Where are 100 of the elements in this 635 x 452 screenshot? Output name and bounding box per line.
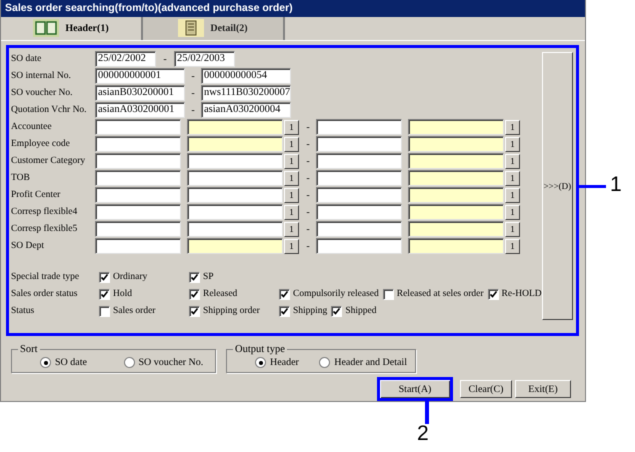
checkbox-option[interactable]: Re-HOLD bbox=[488, 288, 542, 300]
range-separator: - bbox=[305, 156, 311, 167]
input-field[interactable]: nws111B030200007 bbox=[201, 85, 291, 102]
checkbox[interactable] bbox=[99, 288, 110, 300]
input-field[interactable]: asianB030200001 bbox=[95, 85, 185, 102]
lookup-button[interactable]: 1 bbox=[505, 136, 520, 152]
input-field[interactable] bbox=[316, 204, 402, 220]
input-field[interactable] bbox=[95, 153, 181, 170]
input-field[interactable] bbox=[95, 204, 181, 220]
radio-option[interactable]: Header and Detail bbox=[319, 357, 407, 368]
lookup-button[interactable]: 1 bbox=[505, 238, 520, 254]
checkbox-option[interactable]: Sales order bbox=[99, 306, 185, 317]
input-field[interactable] bbox=[95, 221, 181, 238]
lookup-button[interactable]: 1 bbox=[505, 120, 520, 135]
field-label: Employee code bbox=[11, 139, 71, 150]
input-field[interactable] bbox=[316, 170, 402, 186]
lookup-button[interactable]: 1 bbox=[505, 170, 520, 186]
checkbox-label: Sales order bbox=[113, 306, 156, 316]
name-field[interactable] bbox=[187, 238, 283, 254]
input-field[interactable] bbox=[316, 221, 402, 238]
checkbox-option[interactable]: Ordinary bbox=[99, 272, 185, 283]
name-field[interactable] bbox=[408, 187, 504, 204]
lookup-button[interactable]: 1 bbox=[505, 188, 520, 203]
name-field[interactable] bbox=[408, 170, 504, 186]
radio-button[interactable] bbox=[124, 357, 134, 368]
name-field[interactable] bbox=[187, 119, 283, 136]
input-field[interactable] bbox=[316, 238, 402, 254]
checkbox-option[interactable]: Compulsorily released bbox=[279, 288, 379, 300]
checkbox[interactable] bbox=[189, 306, 200, 317]
checkbox-option[interactable]: SP bbox=[189, 272, 275, 283]
checkbox[interactable] bbox=[99, 272, 110, 283]
name-field[interactable] bbox=[408, 153, 504, 170]
lookup-button[interactable]: 1 bbox=[284, 170, 299, 186]
dialog-button[interactable]: Start(A) bbox=[377, 377, 453, 401]
radio-button[interactable] bbox=[255, 357, 266, 368]
input-field[interactable] bbox=[95, 119, 181, 136]
name-field[interactable] bbox=[187, 136, 283, 152]
check-icon bbox=[101, 290, 108, 298]
dialog-button[interactable]: Clear(C) bbox=[460, 380, 512, 398]
input-field[interactable] bbox=[95, 238, 181, 254]
name-field[interactable] bbox=[187, 187, 283, 204]
tab[interactable]: Detail(2) bbox=[143, 16, 285, 40]
name-field[interactable] bbox=[187, 204, 283, 220]
name-field[interactable] bbox=[408, 136, 504, 152]
radio-option[interactable]: SO voucher No. bbox=[124, 357, 207, 368]
input-field[interactable] bbox=[316, 136, 402, 152]
name-field[interactable] bbox=[187, 221, 283, 238]
checkbox-option[interactable]: Shipping order bbox=[189, 306, 275, 317]
input-field[interactable]: 25/02/2003 bbox=[174, 51, 235, 68]
radio-option[interactable]: SO date bbox=[40, 357, 124, 368]
input-field[interactable] bbox=[316, 187, 402, 204]
checkbox[interactable] bbox=[331, 306, 342, 317]
checkbox-option[interactable]: Hold bbox=[99, 288, 185, 300]
checkbox[interactable] bbox=[189, 288, 200, 300]
lookup-button[interactable]: 1 bbox=[505, 204, 520, 220]
lookup-button[interactable]: 1 bbox=[284, 136, 299, 152]
dialog-button[interactable]: Exit(E) bbox=[515, 380, 571, 398]
name-field[interactable] bbox=[408, 238, 504, 254]
expand-button[interactable]: >>>(D) bbox=[542, 52, 573, 320]
checkbox-option[interactable]: Shipping bbox=[279, 306, 328, 317]
field-label: Accountee bbox=[11, 122, 53, 132]
radio-button[interactable] bbox=[319, 357, 330, 368]
input-field[interactable]: 000000000054 bbox=[201, 68, 291, 84]
input-field[interactable] bbox=[95, 136, 181, 152]
checkbox[interactable] bbox=[99, 306, 110, 317]
checkbox[interactable] bbox=[279, 288, 290, 300]
input-field[interactable] bbox=[95, 187, 181, 204]
checkbox-option[interactable]: Released at seles order bbox=[382, 288, 484, 300]
checkbox[interactable] bbox=[279, 306, 290, 317]
lookup-button[interactable]: 1 bbox=[284, 188, 299, 203]
input-field[interactable] bbox=[316, 153, 402, 170]
field-label: Profit Center bbox=[11, 190, 62, 200]
lookup-button[interactable]: 1 bbox=[505, 154, 520, 169]
radio-option[interactable]: Header bbox=[255, 357, 320, 368]
input-field[interactable]: asianA030200001 bbox=[95, 102, 185, 118]
checkbox[interactable] bbox=[189, 272, 200, 283]
input-field[interactable]: asianA030200004 bbox=[201, 102, 291, 118]
field-label: SO internal No. bbox=[11, 71, 72, 82]
lookup-button[interactable]: 1 bbox=[505, 222, 520, 237]
lookup-button[interactable]: 1 bbox=[284, 154, 299, 169]
radio-button[interactable] bbox=[40, 357, 51, 368]
lookup-button[interactable]: 1 bbox=[284, 204, 299, 220]
name-field[interactable] bbox=[408, 204, 504, 220]
name-field[interactable] bbox=[408, 119, 504, 136]
input-field[interactable] bbox=[316, 119, 402, 136]
checkbox[interactable] bbox=[382, 288, 394, 300]
name-field[interactable] bbox=[187, 153, 283, 170]
lookup-button[interactable]: 1 bbox=[284, 238, 299, 254]
name-field[interactable] bbox=[187, 170, 283, 186]
input-field[interactable]: 000000000001 bbox=[95, 68, 185, 84]
field-label: Customer Category bbox=[11, 156, 86, 166]
input-field[interactable] bbox=[95, 170, 181, 186]
checkbox-option[interactable]: Released bbox=[189, 288, 275, 300]
checkbox-option[interactable]: Shipped bbox=[331, 306, 376, 317]
lookup-button[interactable]: 1 bbox=[284, 222, 299, 237]
lookup-button[interactable]: 1 bbox=[284, 120, 299, 135]
name-field[interactable] bbox=[408, 221, 504, 238]
book-icon bbox=[33, 19, 60, 38]
checkbox[interactable] bbox=[488, 288, 499, 300]
input-field[interactable]: 25/02/2002 bbox=[95, 51, 156, 68]
